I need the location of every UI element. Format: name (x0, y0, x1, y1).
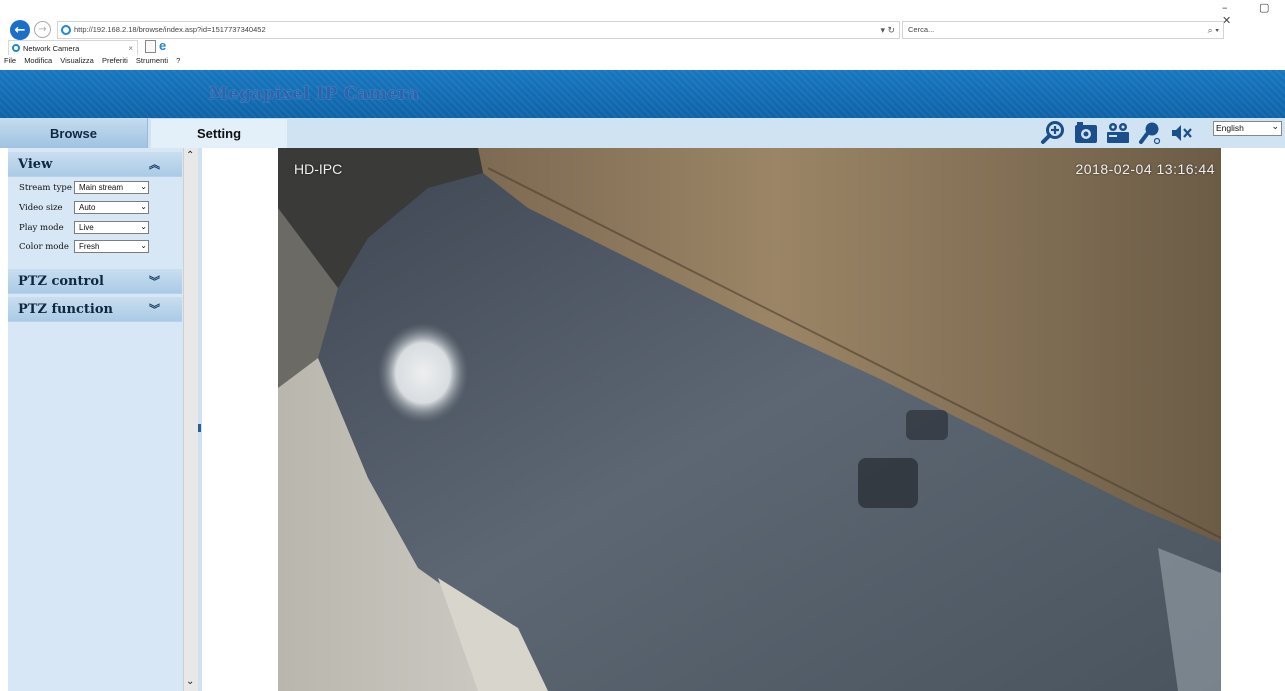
menu-file[interactable]: File (4, 56, 16, 65)
panel-splitter[interactable] (198, 148, 202, 691)
scroll-down-icon[interactable]: ⌄ (186, 676, 194, 687)
menu-strumenti[interactable]: Strumenti (136, 56, 168, 65)
language-value: English (1216, 123, 1244, 133)
chevron-down-icon: ⌄ (140, 182, 147, 191)
ptz-function-title: PTZ function (18, 302, 113, 317)
record-icon[interactable] (1106, 122, 1130, 144)
play-mode-label: Play mode (19, 223, 64, 233)
microphone-icon[interactable] (1138, 121, 1162, 145)
search-input[interactable]: Cerca... ⌕ ▾ (902, 21, 1224, 39)
page-title: Megapixel IP Camera (209, 84, 419, 104)
mute-speaker-icon[interactable] (1170, 122, 1194, 144)
color-mode-select[interactable]: Fresh ⌄ (74, 240, 149, 253)
search-placeholder: Cerca... (908, 25, 935, 34)
expand-icon[interactable]: ︾ (149, 269, 160, 294)
tab-network-camera[interactable]: Network Camera × (8, 40, 138, 55)
collapse-icon[interactable]: ︽ (149, 152, 160, 177)
new-tab-button[interactable] (145, 40, 156, 53)
forward-button[interactable]: → (34, 21, 51, 38)
menu-preferiti[interactable]: Preferiti (102, 56, 128, 65)
stream-type-label: Stream type (19, 183, 72, 193)
menu-visualizza[interactable]: Visualizza (60, 56, 94, 65)
scroll-up-icon[interactable]: ⌃ (186, 150, 194, 161)
video-size-label: Video size (19, 203, 63, 213)
search-icon[interactable]: ⌕ ▾ (1208, 22, 1219, 38)
address-bar[interactable]: http://192.168.2.18/browse/index.asp?id=… (57, 21, 900, 39)
browser-chrome: – ▢ ✕ ← → http://192.168.2.18/browse/ind… (0, 0, 1285, 70)
sidebar: View ︽ Stream type Main stream ⌄ Video s… (8, 148, 183, 691)
chevron-down-icon: ⌄ (140, 241, 147, 250)
address-row: ← → http://192.168.2.18/browse/index.asp… (0, 18, 1285, 40)
stream-type-value: Main stream (79, 183, 124, 192)
color-mode-label: Color mode (19, 242, 69, 252)
ptz-function-header[interactable]: PTZ function ︾ (8, 297, 182, 322)
header-banner: Megapixel IP Camera (0, 70, 1285, 118)
tab-favicon (12, 44, 20, 52)
play-mode-value: Live (79, 223, 94, 232)
osd-timestamp: 2018-02-04 13:16:44 (1075, 161, 1215, 177)
chevron-down-icon: ⌄ (140, 222, 147, 231)
menu-modifica[interactable]: Modifica (24, 56, 52, 65)
snapshot-icon[interactable] (1074, 122, 1098, 144)
refresh-icon[interactable]: ▾ ↻ (880, 22, 895, 38)
video-size-select[interactable]: Auto ⌄ (74, 201, 149, 214)
view-section-header[interactable]: View ︽ (8, 152, 182, 177)
tab-setting[interactable]: Setting (151, 118, 287, 148)
play-mode-select[interactable]: Live ⌄ (74, 221, 149, 234)
stream-type-select[interactable]: Main stream ⌄ (74, 181, 149, 194)
expand-icon[interactable]: ︾ (149, 297, 160, 322)
view-section-title: View (18, 157, 53, 172)
tab-title: Network Camera (23, 44, 80, 53)
video-size-value: Auto (79, 203, 96, 212)
ptz-control-title: PTZ control (18, 274, 104, 289)
osd-camera-name: HD-IPC (294, 161, 343, 177)
live-video[interactable]: HD-IPC 2018-02-04 13:16:44 (278, 148, 1221, 691)
site-icon (61, 25, 71, 35)
url-text: http://192.168.2.18/browse/index.asp?id=… (74, 25, 266, 34)
tab-close-icon[interactable]: × (128, 41, 133, 56)
toolbar (1040, 119, 1202, 147)
tab-browse[interactable]: Browse (0, 118, 148, 148)
splitter-grip-icon[interactable] (198, 424, 201, 432)
chevron-down-icon: ⌄ (1271, 122, 1279, 132)
back-button[interactable]: ← (10, 20, 30, 40)
menu-bar: File Modifica Visualizza Preferiti Strum… (4, 56, 186, 65)
menu-help[interactable]: ? (176, 56, 180, 65)
ptz-control-header[interactable]: PTZ control ︾ (8, 269, 182, 294)
color-mode-value: Fresh (79, 242, 100, 251)
zoom-in-icon[interactable] (1040, 120, 1066, 146)
language-select[interactable]: English ⌄ (1213, 121, 1282, 136)
main-navbar: Browse Setting English ⌄ (0, 118, 1285, 148)
video-frame (278, 148, 1221, 691)
ie-logo-icon[interactable]: e (159, 38, 166, 53)
chevron-down-icon: ⌄ (140, 202, 147, 211)
